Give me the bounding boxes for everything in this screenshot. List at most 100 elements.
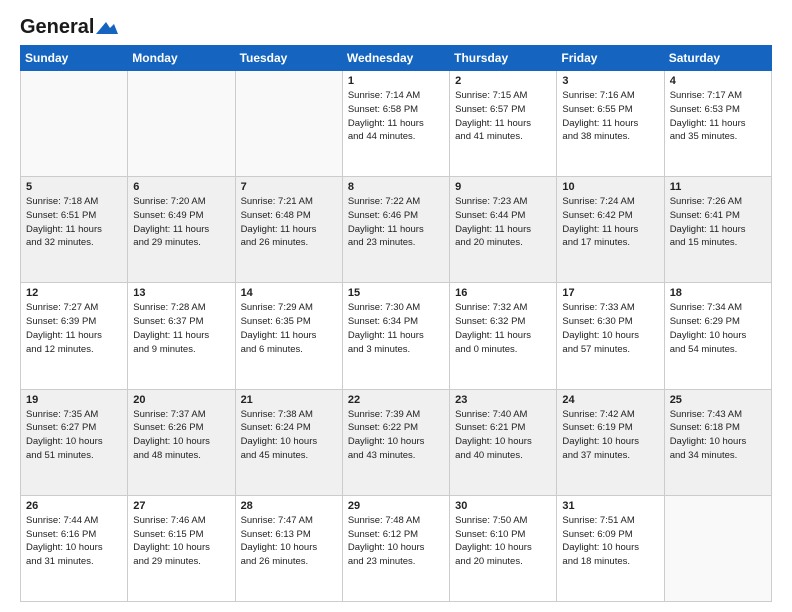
calendar-cell: 13Sunrise: 7:28 AM Sunset: 6:37 PM Dayli…	[128, 283, 235, 389]
day-number: 15	[348, 287, 444, 299]
day-info: Sunrise: 7:32 AM Sunset: 6:32 PM Dayligh…	[455, 301, 551, 356]
day-number: 8	[348, 181, 444, 193]
day-number: 11	[670, 181, 766, 193]
calendar-cell: 16 Sunrise: 7:32 AM Sunset: 6:32 PM Dayli…	[450, 283, 557, 389]
day-header-tuesday: Tuesday	[235, 46, 342, 71]
day-info: Sunrise: 7:42 AM Sunset: 6:19 PM Dayligh…	[562, 408, 658, 463]
page: General SundayMondayTuesdayWednesdayThur…	[0, 0, 792, 612]
day-info: Sunrise: 7:24 AM Sunset: 6:42 PM Dayligh…	[562, 195, 658, 250]
day-info: Sunrise: 7:14 AM Sunset: 6:58 PM Dayligh…	[348, 89, 444, 144]
day-info: Sunrise: 7:46 AM Sunset: 6:15 PM Dayligh…	[133, 514, 229, 569]
calendar-cell: 22 Sunrise: 7:39 AM Sunset: 6:22 PM Dayli…	[342, 389, 449, 495]
calendar-cell: 12 Sunrise: 7:27 AM Sunset: 6:39 PM Dayli…	[21, 283, 128, 389]
day-number: 23	[455, 394, 551, 406]
day-number: 14	[241, 287, 337, 299]
calendar-cell: 2 Sunrise: 7:15 AM Sunset: 6:57 PM Daylig…	[450, 71, 557, 177]
day-header-monday: Monday	[128, 46, 235, 71]
calendar-cell: 31 Sunrise: 7:51 AM Sunset: 6:09 PM Dayli…	[557, 495, 664, 601]
calendar-cell: 28 Sunrise: 7:47 AM Sunset: 6:13 PM Dayli…	[235, 495, 342, 601]
day-info: Sunrise: 7:21 AM Sunset: 6:48 PM Dayligh…	[241, 195, 337, 250]
day-info: Sunrise: 7:43 AM Sunset: 6:18 PM Dayligh…	[670, 408, 766, 463]
day-info: Sunrise: 7:15 AM Sunset: 6:57 PM Dayligh…	[455, 89, 551, 144]
day-info: Sunrise: 7:47 AM Sunset: 6:13 PM Dayligh…	[241, 514, 337, 569]
calendar-cell: 15 Sunrise: 7:30 AM Sunset: 6:34 PM Dayli…	[342, 283, 449, 389]
day-info: Sunrise: 7:20 AM Sunset: 6:49 PM Dayligh…	[133, 195, 229, 250]
calendar-cell: 11 Sunrise: 7:26 AM Sunset: 6:41 PM Dayli…	[664, 177, 771, 283]
logo: General	[20, 16, 118, 35]
calendar-cell: 30Sunrise: 7:50 AM Sunset: 6:10 PM Dayli…	[450, 495, 557, 601]
day-info: Sunrise: 7:30 AM Sunset: 6:34 PM Dayligh…	[348, 301, 444, 356]
calendar-cell: 7 Sunrise: 7:21 AM Sunset: 6:48 PM Daylig…	[235, 177, 342, 283]
day-number: 20	[133, 394, 229, 406]
calendar-cell: 21 Sunrise: 7:38 AM Sunset: 6:24 PM Dayli…	[235, 389, 342, 495]
calendar-cell: 10 Sunrise: 7:24 AM Sunset: 6:42 PM Dayli…	[557, 177, 664, 283]
day-info: Sunrise: 7:37 AM Sunset: 6:26 PM Dayligh…	[133, 408, 229, 463]
day-number: 21	[241, 394, 337, 406]
header: General	[20, 16, 772, 35]
calendar-cell: 9Sunrise: 7:23 AM Sunset: 6:44 PM Daylig…	[450, 177, 557, 283]
calendar-cell: 14 Sunrise: 7:29 AM Sunset: 6:35 PM Dayli…	[235, 283, 342, 389]
day-info: Sunrise: 7:26 AM Sunset: 6:41 PM Dayligh…	[670, 195, 766, 250]
day-info: Sunrise: 7:22 AM Sunset: 6:46 PM Dayligh…	[348, 195, 444, 250]
calendar-cell: 26 Sunrise: 7:44 AM Sunset: 6:16 PM Dayli…	[21, 495, 128, 601]
day-number: 19	[26, 394, 122, 406]
day-number: 27	[133, 500, 229, 512]
calendar-cell: 3Sunrise: 7:16 AM Sunset: 6:55 PM Daylig…	[557, 71, 664, 177]
day-number: 10	[562, 181, 658, 193]
day-info: Sunrise: 7:44 AM Sunset: 6:16 PM Dayligh…	[26, 514, 122, 569]
day-number: 7	[241, 181, 337, 193]
calendar-cell: 23 Sunrise: 7:40 AM Sunset: 6:21 PM Dayli…	[450, 389, 557, 495]
day-info: Sunrise: 7:51 AM Sunset: 6:09 PM Dayligh…	[562, 514, 658, 569]
day-number: 3	[562, 75, 658, 87]
calendar: SundayMondayTuesdayWednesdayThursdayFrid…	[20, 45, 772, 602]
day-info: Sunrise: 7:38 AM Sunset: 6:24 PM Dayligh…	[241, 408, 337, 463]
week-row-1: 5 Sunrise: 7:18 AM Sunset: 6:51 PM Daylig…	[21, 177, 772, 283]
day-number: 4	[670, 75, 766, 87]
day-info: Sunrise: 7:23 AM Sunset: 6:44 PM Dayligh…	[455, 195, 551, 250]
calendar-cell: 20 Sunrise: 7:37 AM Sunset: 6:26 PM Dayli…	[128, 389, 235, 495]
logo-general-text: General	[20, 16, 94, 39]
day-info: Sunrise: 7:28 AM Sunset: 6:37 PM Dayligh…	[133, 301, 229, 356]
calendar-cell: 4 Sunrise: 7:17 AM Sunset: 6:53 PM Daylig…	[664, 71, 771, 177]
day-number: 12	[26, 287, 122, 299]
day-number: 28	[241, 500, 337, 512]
logo-bird-icon	[96, 20, 118, 36]
day-info: Sunrise: 7:33 AM Sunset: 6:30 PM Dayligh…	[562, 301, 658, 356]
day-number: 25	[670, 394, 766, 406]
day-info: Sunrise: 7:48 AM Sunset: 6:12 PM Dayligh…	[348, 514, 444, 569]
day-header-wednesday: Wednesday	[342, 46, 449, 71]
day-info: Sunrise: 7:39 AM Sunset: 6:22 PM Dayligh…	[348, 408, 444, 463]
day-header-saturday: Saturday	[664, 46, 771, 71]
calendar-cell: 6Sunrise: 7:20 AM Sunset: 6:49 PM Daylig…	[128, 177, 235, 283]
calendar-header-row: SundayMondayTuesdayWednesdayThursdayFrid…	[21, 46, 772, 71]
day-number: 22	[348, 394, 444, 406]
day-number: 1	[348, 75, 444, 87]
week-row-4: 26 Sunrise: 7:44 AM Sunset: 6:16 PM Dayli…	[21, 495, 772, 601]
calendar-cell: 5 Sunrise: 7:18 AM Sunset: 6:51 PM Daylig…	[21, 177, 128, 283]
calendar-cell: 1 Sunrise: 7:14 AM Sunset: 6:58 PM Daylig…	[342, 71, 449, 177]
day-number: 30	[455, 500, 551, 512]
day-number: 29	[348, 500, 444, 512]
day-info: Sunrise: 7:18 AM Sunset: 6:51 PM Dayligh…	[26, 195, 122, 250]
day-number: 2	[455, 75, 551, 87]
calendar-cell: 29 Sunrise: 7:48 AM Sunset: 6:12 PM Dayli…	[342, 495, 449, 601]
day-number: 24	[562, 394, 658, 406]
week-row-3: 19Sunrise: 7:35 AM Sunset: 6:27 PM Dayli…	[21, 389, 772, 495]
day-info: Sunrise: 7:34 AM Sunset: 6:29 PM Dayligh…	[670, 301, 766, 356]
week-row-2: 12 Sunrise: 7:27 AM Sunset: 6:39 PM Dayli…	[21, 283, 772, 389]
day-info: Sunrise: 7:29 AM Sunset: 6:35 PM Dayligh…	[241, 301, 337, 356]
calendar-cell	[235, 71, 342, 177]
calendar-cell: 8 Sunrise: 7:22 AM Sunset: 6:46 PM Daylig…	[342, 177, 449, 283]
calendar-cell: 19Sunrise: 7:35 AM Sunset: 6:27 PM Dayli…	[21, 389, 128, 495]
week-row-0: 1 Sunrise: 7:14 AM Sunset: 6:58 PM Daylig…	[21, 71, 772, 177]
day-number: 5	[26, 181, 122, 193]
day-info: Sunrise: 7:17 AM Sunset: 6:53 PM Dayligh…	[670, 89, 766, 144]
day-number: 31	[562, 500, 658, 512]
day-info: Sunrise: 7:40 AM Sunset: 6:21 PM Dayligh…	[455, 408, 551, 463]
day-number: 16	[455, 287, 551, 299]
calendar-cell: 25 Sunrise: 7:43 AM Sunset: 6:18 PM Dayli…	[664, 389, 771, 495]
day-number: 17	[562, 287, 658, 299]
day-number: 26	[26, 500, 122, 512]
day-header-thursday: Thursday	[450, 46, 557, 71]
day-info: Sunrise: 7:27 AM Sunset: 6:39 PM Dayligh…	[26, 301, 122, 356]
